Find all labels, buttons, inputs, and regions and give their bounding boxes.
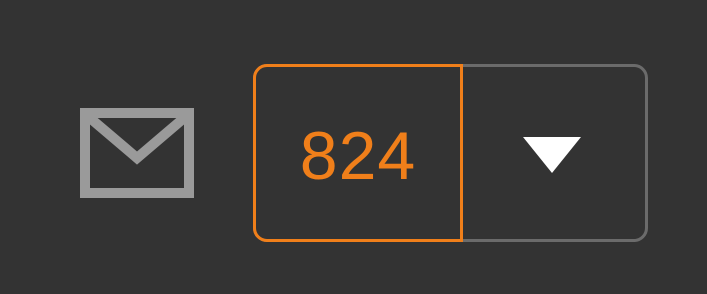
message-count-box[interactable]: 824 bbox=[253, 64, 463, 242]
message-count: 824 bbox=[299, 118, 417, 194]
chevron-down-icon bbox=[522, 137, 581, 173]
mail-icon bbox=[80, 108, 194, 198]
dropdown-button[interactable] bbox=[463, 64, 648, 242]
